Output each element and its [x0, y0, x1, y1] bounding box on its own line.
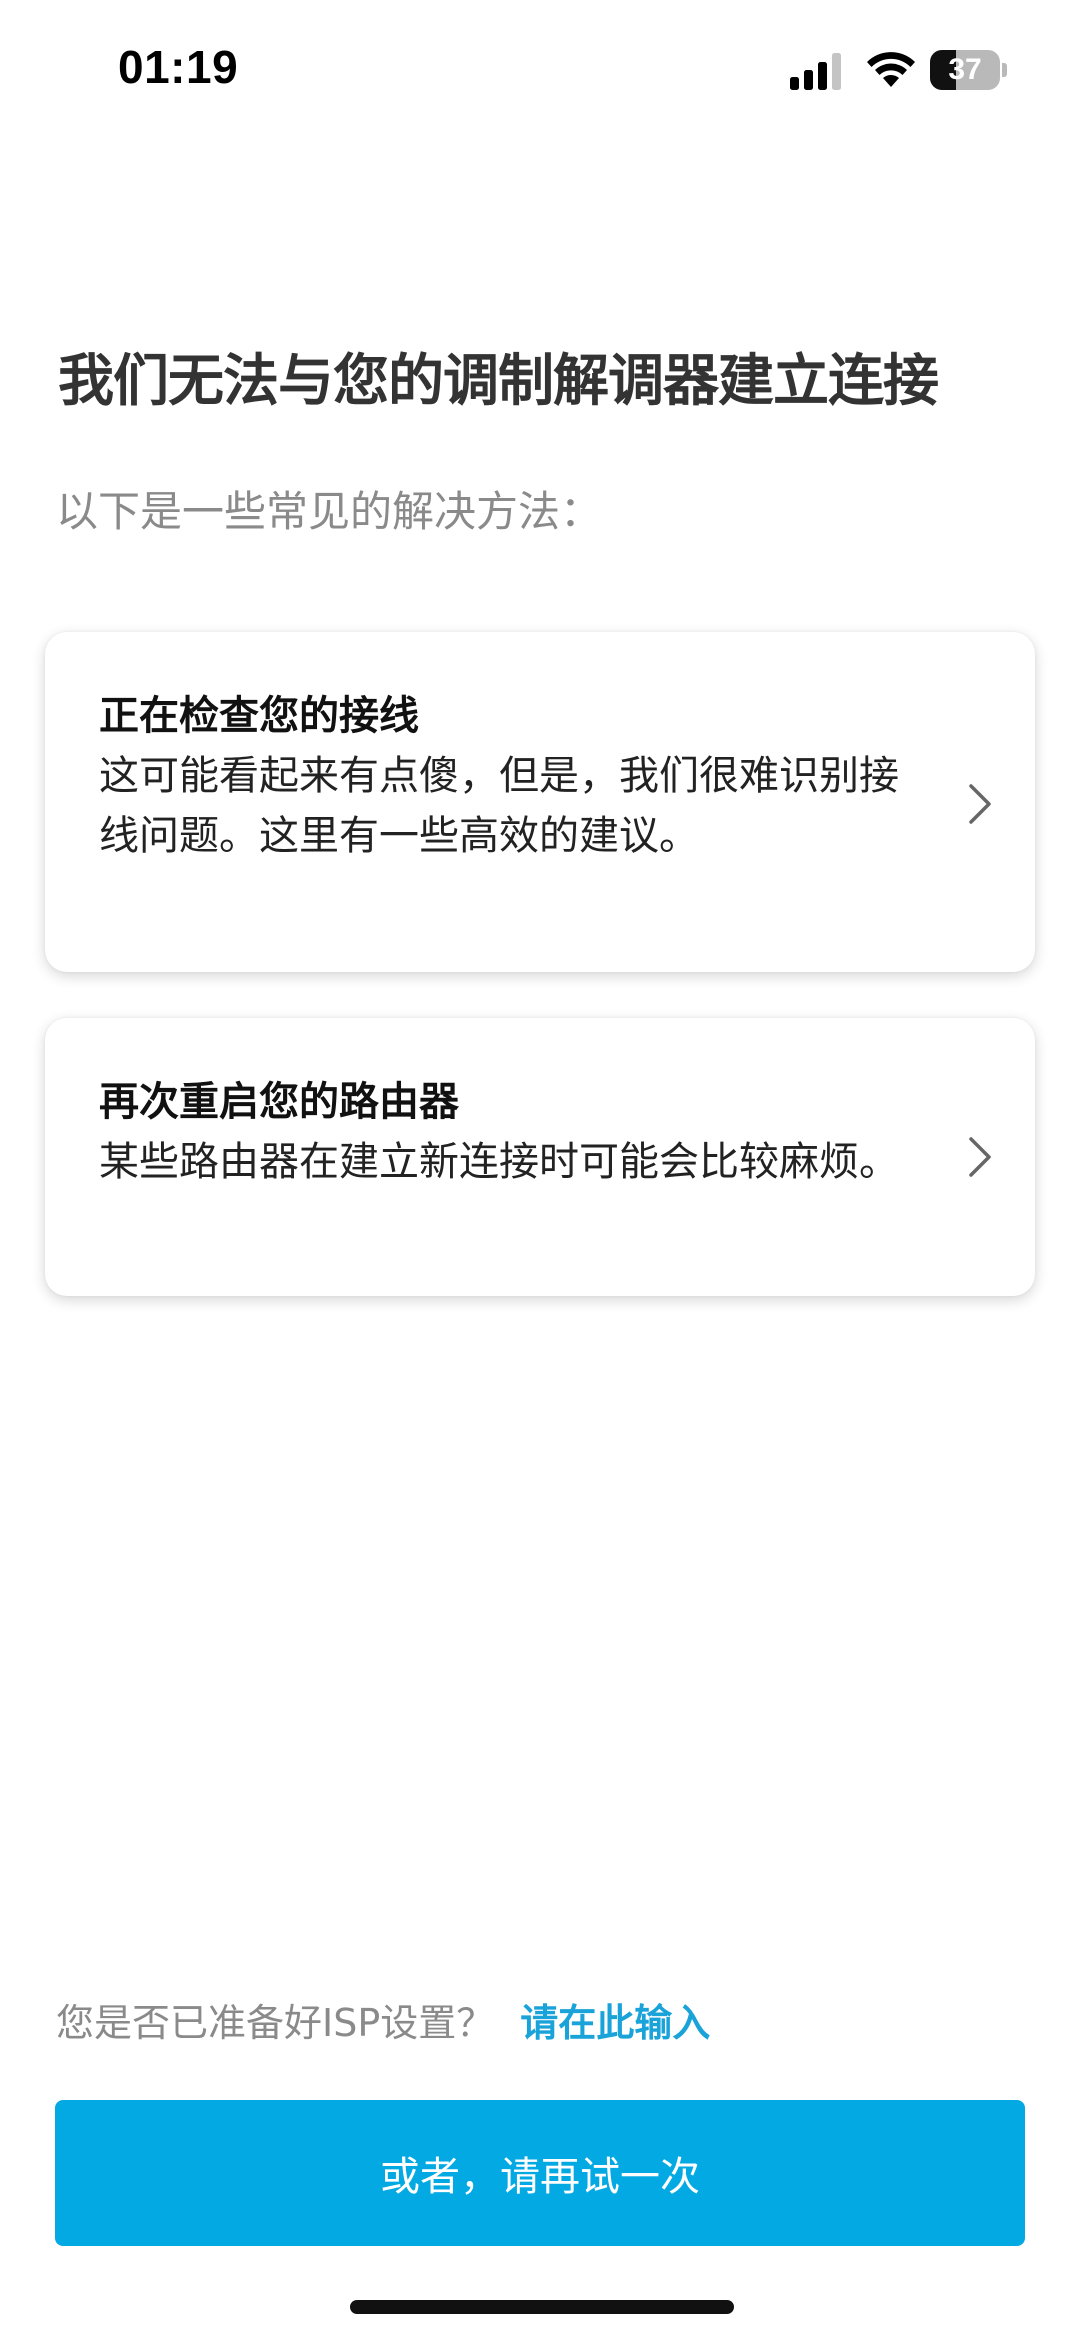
card-content: 再次重启您的路由器 某些路由器在建立新连接时可能会比较麻烦。 — [99, 1074, 899, 1192]
card-title: 正在检查您的接线 — [99, 693, 419, 739]
card-check-wiring[interactable]: 正在检查您的接线 这可能看起来有点傻，但是，我们很难识别接线问题。这里有一些高效… — [45, 632, 1035, 972]
chevron-right-icon — [969, 784, 991, 824]
card-restart-router[interactable]: 再次重启您的路由器 某些路由器在建立新连接时可能会比较麻烦。 — [45, 1018, 1035, 1296]
isp-settings-row: 您是否已准备好ISP设置？ 请在此输入 — [56, 1992, 710, 2047]
page-title: 我们无法与您的调制解调器建立连接 — [58, 349, 939, 414]
isp-enter-link[interactable]: 请在此输入 — [520, 2001, 710, 2045]
retry-button[interactable]: 或者，请再试一次 — [55, 2100, 1025, 2246]
card-description: 某些路由器在建立新连接时可能会比较麻烦。 — [99, 1139, 899, 1185]
battery-icon: 37 — [930, 50, 1008, 90]
status-bar: 01:19 37 — [0, 0, 1080, 140]
home-indicator[interactable] — [350, 2300, 734, 2314]
status-time: 01:19 — [118, 41, 239, 93]
battery-level: 37 — [948, 53, 982, 86]
chevron-right-icon — [969, 1137, 991, 1177]
page-subtitle: 以下是一些常见的解决方法： — [56, 487, 603, 536]
wifi-icon — [867, 52, 915, 87]
isp-question: 您是否已准备好ISP设置？ — [56, 2001, 495, 2045]
cellular-signal-icon — [790, 53, 841, 90]
card-description: 这可能看起来有点傻，但是，我们很难识别接线问题。这里有一些高效的建议。 — [99, 753, 899, 859]
card-content: 正在检查您的接线 这可能看起来有点傻，但是，我们很难识别接线问题。这里有一些高效… — [99, 688, 899, 866]
card-title: 再次重启您的路由器 — [99, 1079, 459, 1125]
